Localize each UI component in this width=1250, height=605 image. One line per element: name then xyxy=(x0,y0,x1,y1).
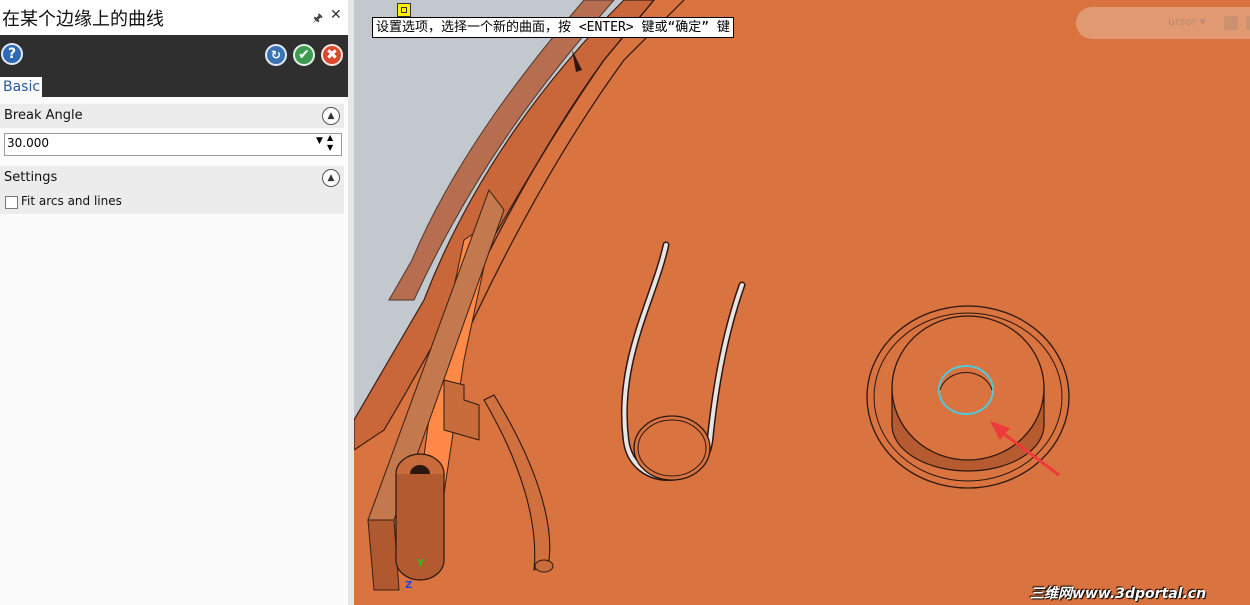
panel-title-bar: 在某个边缘上的曲线 🖈︎ ✕ xyxy=(0,0,348,35)
cursor-mode-label[interactable]: ursor ▾ xyxy=(1168,15,1206,28)
highlighted-edge xyxy=(938,365,994,415)
tab-basic[interactable]: Basic xyxy=(0,77,42,97)
panel-action-bar xyxy=(0,35,348,97)
settings-section-header[interactable]: Settings ▲ xyxy=(0,166,344,190)
options-panel: 在某个边缘上的曲线 🖈︎ ✕ ? ↻ ✔ ✖ Basic Break Angle… xyxy=(0,0,348,605)
cursor-marker-icon xyxy=(397,3,411,17)
settings-label: Settings xyxy=(4,170,58,185)
close-icon[interactable]: ✕ xyxy=(330,7,342,23)
watermark: 三维网www.3dportal.cn xyxy=(1030,586,1207,602)
axis-y-label: Y xyxy=(417,558,425,569)
break-angle-label: Break Angle xyxy=(4,108,83,123)
cancel-icon[interactable]: ✖ xyxy=(321,44,343,66)
ok-icon[interactable]: ✔ xyxy=(293,44,315,66)
break-angle-input[interactable]: 30.000 ▼ ▲ ▼ xyxy=(4,133,342,156)
panel-title: 在某个边缘上的曲线 xyxy=(2,9,164,30)
gear-icon[interactable] xyxy=(1246,16,1250,30)
model-canvas xyxy=(354,0,1070,591)
pin-icon[interactable]: 🖈︎ xyxy=(312,9,323,30)
dropdown-arrow-icon[interactable]: ▼ xyxy=(316,136,323,146)
break-angle-value[interactable]: 30.000 xyxy=(7,136,49,150)
axis-z-label: Z xyxy=(405,580,413,591)
snap-icon[interactable] xyxy=(1224,16,1238,30)
spin-down-icon[interactable]: ▼ xyxy=(327,143,333,152)
graphics-viewport[interactable]: ursor ▾ 三维网www.3dportal.cn Y Z xyxy=(354,0,1250,605)
collapse-icon[interactable]: ▲ xyxy=(322,107,340,125)
fit-arcs-label: Fit arcs and lines xyxy=(21,194,122,208)
prompt-box: 设置选项，选择一个新的曲面，按 <ENTER> 键或“确定” 键 xyxy=(372,17,734,38)
fit-arcs-checkbox[interactable] xyxy=(5,196,18,209)
spin-up-icon[interactable]: ▲ xyxy=(327,133,333,142)
settings-body: Fit arcs and lines xyxy=(0,190,344,214)
help-icon[interactable]: ? xyxy=(1,43,23,65)
floating-toolbar[interactable]: ursor ▾ xyxy=(1076,7,1250,39)
apply-icon[interactable]: ↻ xyxy=(265,44,287,66)
break-angle-section-header[interactable]: Break Angle ▲ xyxy=(0,104,344,128)
collapse-icon[interactable]: ▲ xyxy=(322,169,340,187)
